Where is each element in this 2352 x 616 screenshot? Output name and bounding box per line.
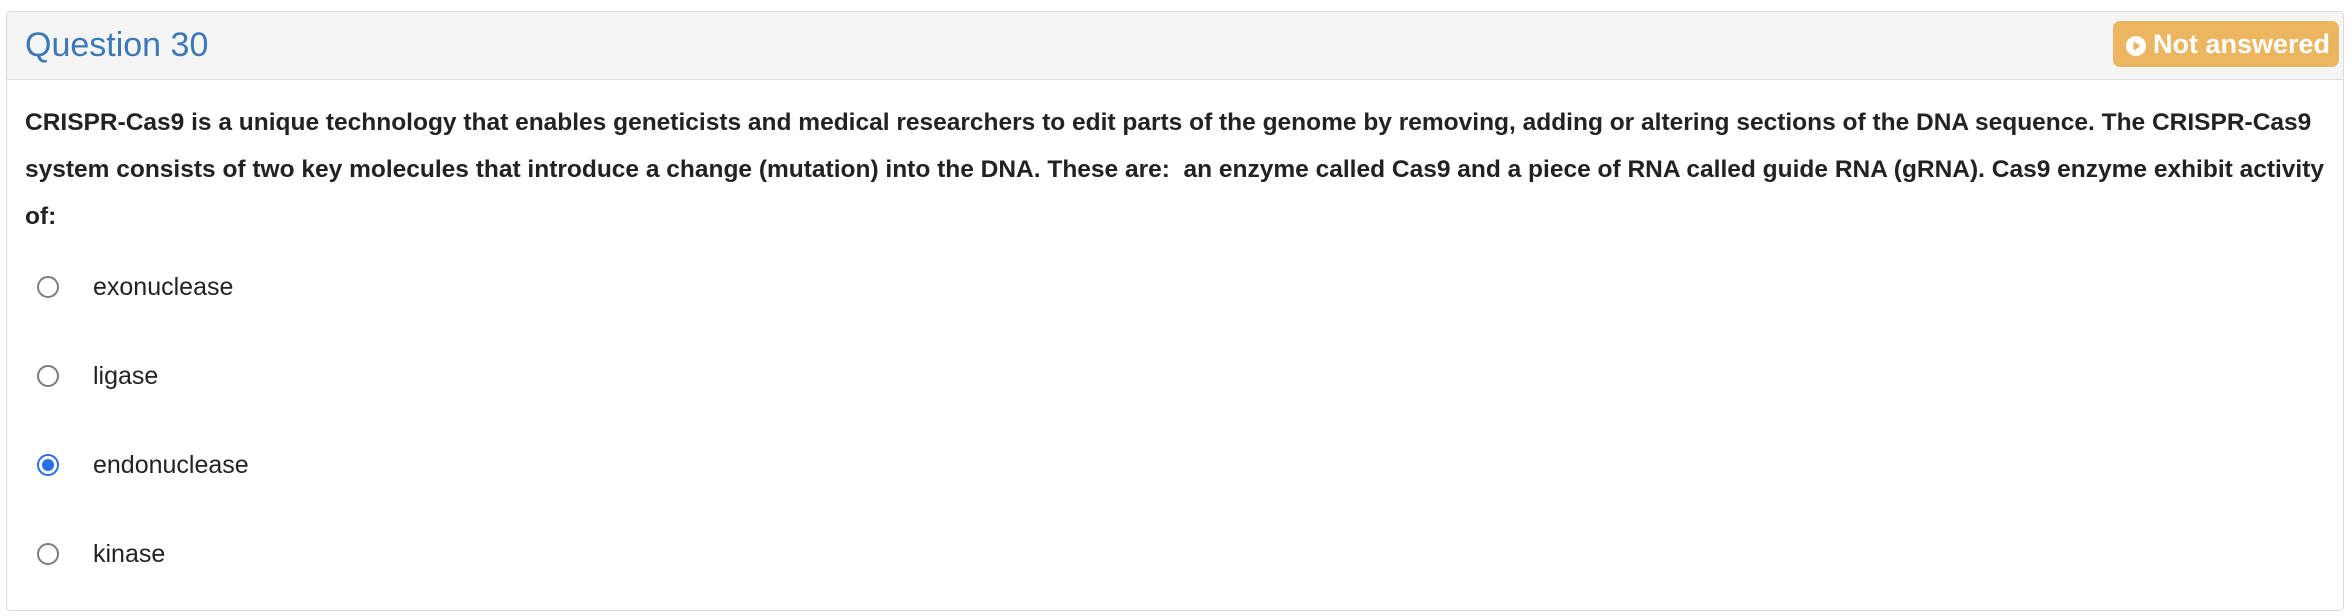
play-circle-icon <box>2125 33 2147 56</box>
answer-option-endonuclease[interactable]: endonuclease <box>37 445 249 485</box>
answer-label: endonuclease <box>93 450 249 479</box>
answer-option-ligase[interactable]: ligase <box>37 356 158 396</box>
status-label: Not answered <box>2152 28 2330 59</box>
radio-ligase[interactable] <box>37 365 59 387</box>
question-title: Question 30 <box>25 26 209 64</box>
question-header: Question 30 Not answered <box>7 12 2343 80</box>
answer-label: kinase <box>93 539 166 568</box>
answer-option-exonuclease[interactable]: exonuclease <box>37 267 233 307</box>
radio-endonuclease[interactable] <box>37 454 59 476</box>
question-text: CRISPR-Cas9 is a unique technology that … <box>25 109 2331 230</box>
question-panel: Question 30 Not answered CRISPR-Cas9 is … <box>6 11 2344 611</box>
radio-kinase[interactable] <box>37 543 59 565</box>
answer-label: ligase <box>93 361 159 390</box>
radio-exonuclease[interactable] <box>37 276 59 298</box>
answer-label: exonuclease <box>93 272 234 301</box>
answer-option-kinase[interactable]: kinase <box>37 534 165 574</box>
status-badge: Not answered <box>2112 21 2339 67</box>
